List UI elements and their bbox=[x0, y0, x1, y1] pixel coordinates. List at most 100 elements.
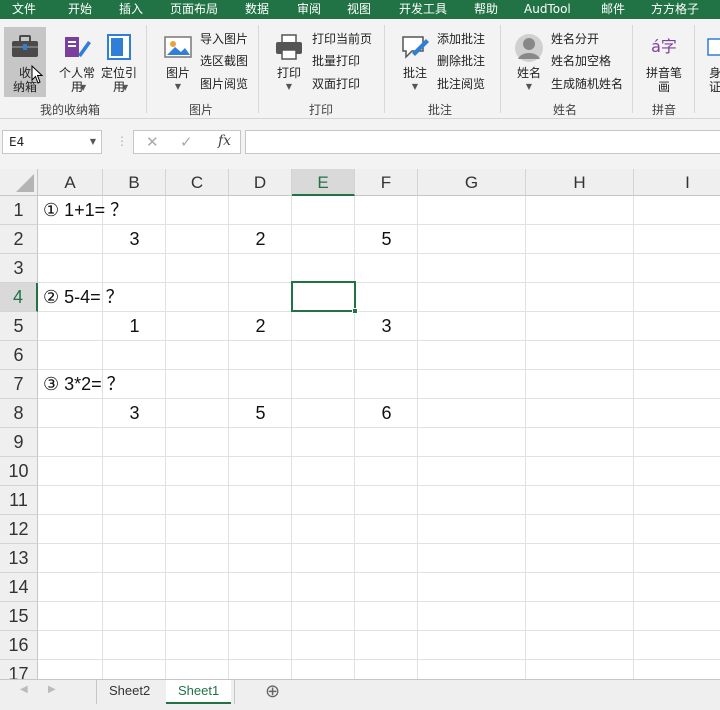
tab-home[interactable]: 开始 bbox=[68, 1, 92, 18]
delete-comment-button[interactable]: 删除批注 bbox=[437, 51, 485, 71]
cell-d8[interactable]: 5 bbox=[229, 399, 292, 428]
row-header-6[interactable]: 6 bbox=[0, 341, 38, 370]
chevron-down-icon: ▼ bbox=[285, 82, 293, 91]
position-reference-label: 定位引 用 bbox=[100, 66, 137, 94]
mouse-cursor-icon bbox=[31, 65, 44, 84]
cell-d2[interactable]: 2 bbox=[229, 225, 292, 254]
select-all-button[interactable] bbox=[0, 169, 38, 196]
cell-b2[interactable]: 3 bbox=[103, 225, 166, 254]
column-header-i[interactable]: I bbox=[634, 169, 720, 196]
cell-a4[interactable]: ② 5-4= ？ bbox=[43, 283, 124, 312]
sheet-tab-sheet2[interactable]: Sheet2 bbox=[97, 680, 162, 704]
column-header-b[interactable]: B bbox=[103, 169, 166, 196]
import-picture-button[interactable]: 导入图片 bbox=[200, 29, 248, 49]
scroll-right-icon[interactable]: ▶ bbox=[48, 684, 56, 695]
column-header-c[interactable]: C bbox=[166, 169, 229, 196]
chevron-down-icon[interactable]: ▼ bbox=[90, 131, 96, 153]
cell-f8[interactable]: 6 bbox=[355, 399, 418, 428]
tab-page-layout[interactable]: 页面布局 bbox=[170, 1, 218, 18]
add-sheet-icon[interactable]: ⊕ bbox=[265, 681, 280, 702]
sheet-tab-sheet1[interactable]: Sheet1 bbox=[166, 680, 232, 704]
name-button[interactable]: 姓名 ▼ bbox=[508, 27, 550, 97]
picture-browse-button[interactable]: 图片阅览 bbox=[200, 74, 248, 94]
tab-help[interactable]: 帮助 bbox=[474, 1, 498, 18]
range-screenshot-button[interactable]: 选区截图 bbox=[200, 51, 248, 71]
storage-box-button[interactable]: 收 纳箱 bbox=[4, 27, 46, 97]
tab-data[interactable]: 数据 bbox=[245, 1, 269, 18]
tab-view[interactable]: 视图 bbox=[347, 1, 371, 18]
gridline bbox=[38, 572, 720, 573]
cell-a1[interactable]: ① 1+1= ？ bbox=[43, 196, 128, 225]
row-header-9[interactable]: 9 bbox=[0, 428, 38, 457]
cell-f5[interactable]: 3 bbox=[355, 312, 418, 341]
row-header-7[interactable]: 7 bbox=[0, 370, 38, 399]
row-header-3[interactable]: 3 bbox=[0, 254, 38, 283]
row-header-4[interactable]: 4 bbox=[0, 283, 38, 312]
print-current-page-button[interactable]: 打印当前页 bbox=[312, 29, 372, 49]
tab-mail[interactable]: 邮件 bbox=[601, 1, 625, 18]
cell-a7[interactable]: ③ 3*2= ？ bbox=[43, 370, 125, 399]
position-reference-icon bbox=[104, 33, 134, 63]
select-all-icon bbox=[16, 174, 34, 192]
column-header-h[interactable]: H bbox=[526, 169, 634, 196]
column-header-d[interactable]: D bbox=[229, 169, 292, 196]
row-header-12[interactable]: 12 bbox=[0, 515, 38, 544]
column-header-e[interactable]: E bbox=[292, 169, 355, 196]
split-name-button[interactable]: 姓名分开 bbox=[551, 29, 599, 49]
row-header-5[interactable]: 5 bbox=[0, 312, 38, 341]
insert-function-icon[interactable]: fx bbox=[218, 133, 231, 149]
add-comment-button[interactable]: 添加批注 bbox=[437, 29, 485, 49]
picture-button[interactable]: 图片 ▼ bbox=[157, 27, 199, 97]
row-header-8[interactable]: 8 bbox=[0, 399, 38, 428]
row-header-15[interactable]: 15 bbox=[0, 602, 38, 631]
comment-browse-button[interactable]: 批注阅览 bbox=[437, 74, 485, 94]
row-header-13[interactable]: 13 bbox=[0, 544, 38, 573]
print-button[interactable]: 打印 ▼ bbox=[268, 27, 310, 97]
group-label-pinyin: 拼音 bbox=[652, 103, 677, 117]
column-header-a[interactable]: A bbox=[38, 169, 103, 196]
row-header-1[interactable]: 1 bbox=[0, 196, 38, 225]
chevron-down-icon: ▼ bbox=[411, 82, 419, 91]
row-header-16[interactable]: 16 bbox=[0, 631, 38, 660]
drag-handle-icon[interactable]: ⋮ bbox=[116, 134, 128, 148]
id-card-button[interactable]: 身 证 bbox=[702, 27, 720, 97]
comment-button[interactable]: 批注 ▼ bbox=[394, 27, 436, 97]
cell-d5[interactable]: 2 bbox=[229, 312, 292, 341]
formula-input[interactable] bbox=[245, 130, 720, 154]
personal-common-button[interactable]: 个人常 用 bbox=[56, 27, 98, 97]
active-cell-e4[interactable] bbox=[291, 281, 356, 312]
tab-developer[interactable]: 开发工具 bbox=[399, 1, 447, 18]
position-reference-button[interactable]: 定位引 用 bbox=[98, 27, 140, 97]
row-header-10[interactable]: 10 bbox=[0, 457, 38, 486]
chevron-down-icon: ▼ bbox=[525, 82, 533, 91]
cell-b8[interactable]: 3 bbox=[103, 399, 166, 428]
tab-insert[interactable]: 插入 bbox=[119, 1, 143, 18]
row-header-11[interactable]: 11 bbox=[0, 486, 38, 515]
cell-b5[interactable]: 1 bbox=[103, 312, 166, 341]
cell-f2[interactable]: 5 bbox=[355, 225, 418, 254]
scroll-left-icon[interactable]: ◀ bbox=[20, 684, 28, 695]
tab-audtool[interactable]: AudTool bbox=[524, 1, 571, 18]
row-header-14[interactable]: 14 bbox=[0, 573, 38, 602]
random-name-button[interactable]: 生成随机姓名 bbox=[551, 74, 623, 94]
gridline bbox=[38, 630, 720, 631]
worksheet-grid[interactable]: A B C D E F G H I 1 2 3 4 5 6 7 8 9 10 1… bbox=[0, 169, 720, 679]
duplex-print-button[interactable]: 双面打印 bbox=[312, 74, 360, 94]
name-box-value: E4 bbox=[9, 135, 25, 149]
group-label-name: 姓名 bbox=[553, 103, 578, 117]
cancel-icon[interactable]: ✕ bbox=[146, 133, 159, 151]
row-header-17[interactable]: 17 bbox=[0, 660, 38, 679]
enter-icon[interactable]: ✓ bbox=[180, 133, 193, 151]
tab-review[interactable]: 审阅 bbox=[297, 1, 321, 18]
batch-print-button[interactable]: 批量打印 bbox=[312, 51, 360, 71]
column-header-g[interactable]: G bbox=[418, 169, 526, 196]
row-header-2[interactable]: 2 bbox=[0, 225, 38, 254]
tab-file[interactable]: 文件 bbox=[12, 1, 36, 18]
fill-handle[interactable] bbox=[352, 308, 358, 314]
tab-fangfang[interactable]: 方方格子 bbox=[651, 1, 699, 18]
name-add-space-button[interactable]: 姓名加空格 bbox=[551, 51, 611, 71]
formula-bar: E4 ▼ ⋮ ✕ ✓ fx bbox=[0, 119, 720, 169]
column-header-f[interactable]: F bbox=[355, 169, 418, 196]
name-box[interactable]: E4 ▼ bbox=[2, 130, 102, 154]
pinyin-stroke-button[interactable]: á字 拼音笔 画 bbox=[640, 27, 688, 97]
